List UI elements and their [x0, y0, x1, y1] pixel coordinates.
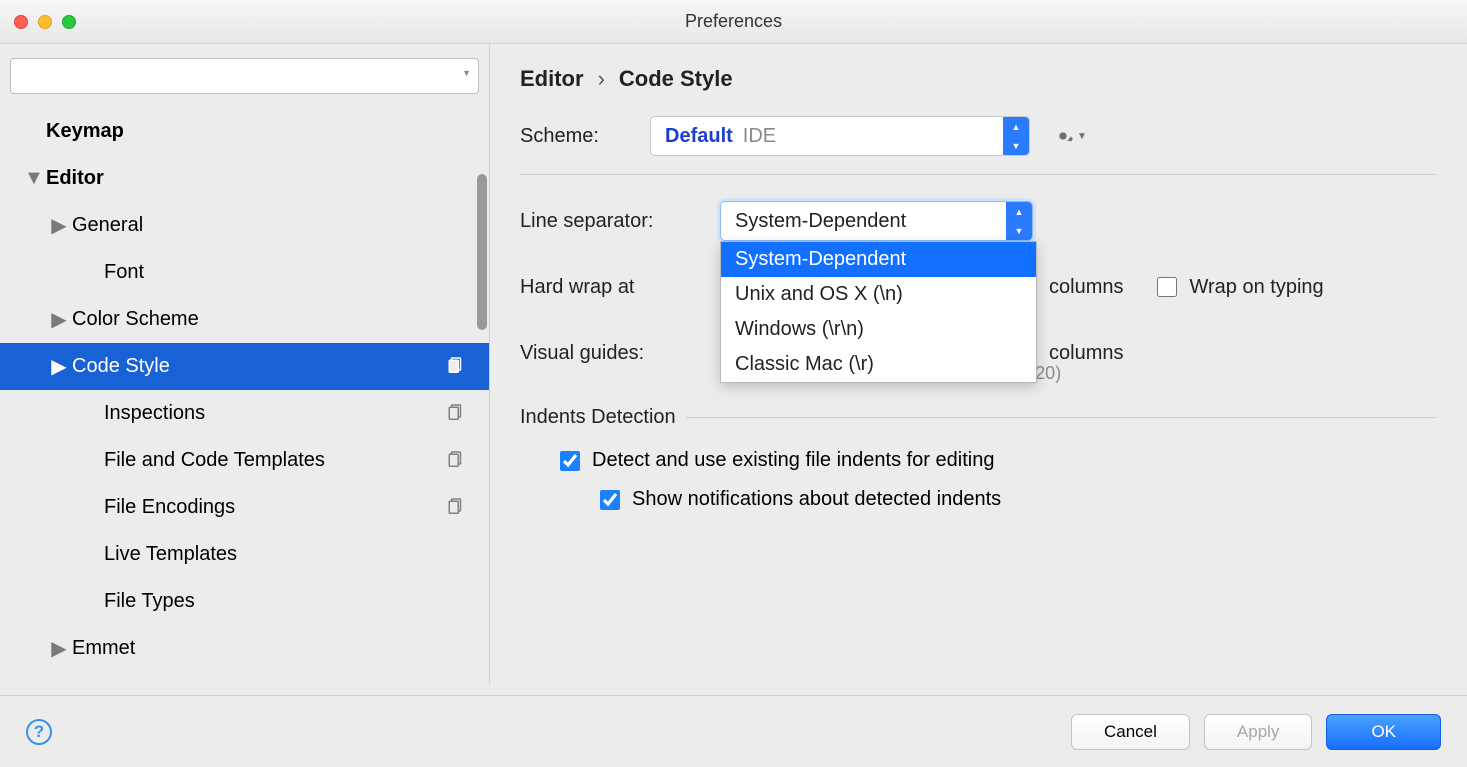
- sidebar-item-label: Color Scheme: [72, 308, 489, 331]
- sidebar-item-font[interactable]: Font: [0, 249, 489, 296]
- hard-wrap-label: Hard wrap at: [520, 276, 720, 299]
- dropdown-stepper-icon: ▲▼: [1003, 117, 1029, 155]
- sidebar-item-file-types[interactable]: File Types: [0, 578, 489, 625]
- settings-tree: Keymap▼Editor▶GeneralFont▶Color Scheme▶C…: [0, 108, 489, 684]
- dropdown-stepper-icon: ▲▼: [1006, 202, 1032, 240]
- cancel-button[interactable]: Cancel: [1071, 714, 1190, 750]
- line-separator-dropdown[interactable]: System-Dependent ▲▼ System-DependentUnix…: [720, 201, 1033, 241]
- sidebar-item-general[interactable]: ▶General: [0, 202, 489, 249]
- sidebar-item-label: File Types: [104, 590, 489, 613]
- sidebar-item-color-scheme[interactable]: ▶Color Scheme: [0, 296, 489, 343]
- visual-guides-label: Visual guides:: [520, 342, 720, 365]
- sidebar-item-label: File Encodings: [104, 496, 489, 519]
- sidebar-item-code-style[interactable]: ▶Code Style: [0, 343, 489, 390]
- project-level-icon: [447, 449, 465, 473]
- divider: [686, 417, 1437, 418]
- ok-button[interactable]: OK: [1326, 714, 1441, 750]
- tree-arrow-icon: ▶: [50, 354, 68, 379]
- scheme-actions-button[interactable]: ▼: [1052, 125, 1087, 147]
- divider: [520, 174, 1437, 175]
- help-button[interactable]: ?: [26, 719, 52, 745]
- sidebar-item-label: Inspections: [104, 402, 489, 425]
- tree-arrow-icon: ▼: [24, 167, 42, 190]
- scheme-label: Scheme:: [520, 125, 650, 148]
- wrap-on-typing-label: Wrap on typing: [1189, 276, 1323, 299]
- crumb-separator: ›: [598, 66, 605, 92]
- line-separator-label: Line separator:: [520, 210, 720, 233]
- sidebar-item-editor[interactable]: ▼Editor: [0, 155, 489, 202]
- sidebar-item-label: Code Style: [72, 355, 489, 378]
- sidebar-item-keymap[interactable]: Keymap: [0, 108, 489, 155]
- project-level-icon: [447, 355, 465, 379]
- main-panel: Editor › Code Style Scheme: Default IDE …: [490, 44, 1467, 684]
- sidebar-item-emmet[interactable]: ▶Emmet: [0, 625, 489, 672]
- chevron-down-icon: ▼: [1077, 131, 1087, 142]
- detect-indents-label: Detect and use existing file indents for…: [592, 449, 994, 472]
- line-separator-option[interactable]: Windows (\r\n): [721, 312, 1036, 347]
- sidebar-item-label: Keymap: [46, 120, 489, 143]
- apply-button[interactable]: Apply: [1204, 714, 1313, 750]
- sidebar-item-file-and-code-templates[interactable]: File and Code Templates: [0, 437, 489, 484]
- scrollbar-thumb[interactable]: [477, 174, 487, 330]
- hard-wrap-unit: columns: [1049, 276, 1123, 299]
- indents-section-title: Indents Detection: [520, 406, 676, 429]
- visual-guides-unit: columns: [1049, 342, 1123, 365]
- line-separator-value: System-Dependent: [735, 210, 906, 233]
- sidebar-item-label: Live Templates: [104, 543, 489, 566]
- wrap-on-typing-checkbox[interactable]: [1157, 277, 1177, 297]
- sidebar-item-label: Emmet: [72, 637, 489, 660]
- window-title: Preferences: [0, 11, 1467, 32]
- project-level-icon: [447, 402, 465, 426]
- sidebar-item-label: General: [72, 214, 489, 237]
- search-input[interactable]: [10, 58, 479, 94]
- breadcrumb: Editor › Code Style: [520, 66, 1437, 92]
- footer: ? Cancel Apply OK: [0, 695, 1467, 767]
- sidebar-item-label: File and Code Templates: [104, 449, 489, 472]
- sidebar-item-inspections[interactable]: Inspections: [0, 390, 489, 437]
- project-level-icon: [447, 496, 465, 520]
- sidebar-item-label: Font: [104, 261, 489, 284]
- line-separator-option[interactable]: Unix and OS X (\n): [721, 277, 1036, 312]
- tree-arrow-icon: ▶: [50, 636, 68, 661]
- sidebar-item-file-encodings[interactable]: File Encodings: [0, 484, 489, 531]
- show-notifications-checkbox[interactable]: [600, 490, 620, 510]
- sidebar-item-label: Editor: [46, 167, 489, 190]
- scheme-name: Default: [651, 125, 743, 148]
- line-separator-option[interactable]: Classic Mac (\r): [721, 347, 1036, 382]
- scheme-tag: IDE: [743, 125, 1003, 148]
- titlebar: Preferences: [0, 0, 1467, 44]
- crumb-code-style: Code Style: [619, 66, 733, 92]
- line-separator-option[interactable]: System-Dependent: [721, 242, 1036, 277]
- detect-indents-checkbox[interactable]: [560, 451, 580, 471]
- scheme-dropdown[interactable]: Default IDE ▲▼: [650, 116, 1030, 156]
- sidebar-item-live-templates[interactable]: Live Templates: [0, 531, 489, 578]
- chevron-down-icon[interactable]: ▼: [462, 68, 471, 78]
- sidebar: ▼ Keymap▼Editor▶GeneralFont▶Color Scheme…: [0, 44, 490, 684]
- tree-arrow-icon: ▶: [50, 307, 68, 332]
- line-separator-menu: System-DependentUnix and OS X (\n)Window…: [720, 241, 1037, 383]
- show-notifications-label: Show notifications about detected indent…: [632, 488, 1001, 511]
- tree-arrow-icon: ▶: [50, 213, 68, 238]
- crumb-editor[interactable]: Editor: [520, 66, 584, 92]
